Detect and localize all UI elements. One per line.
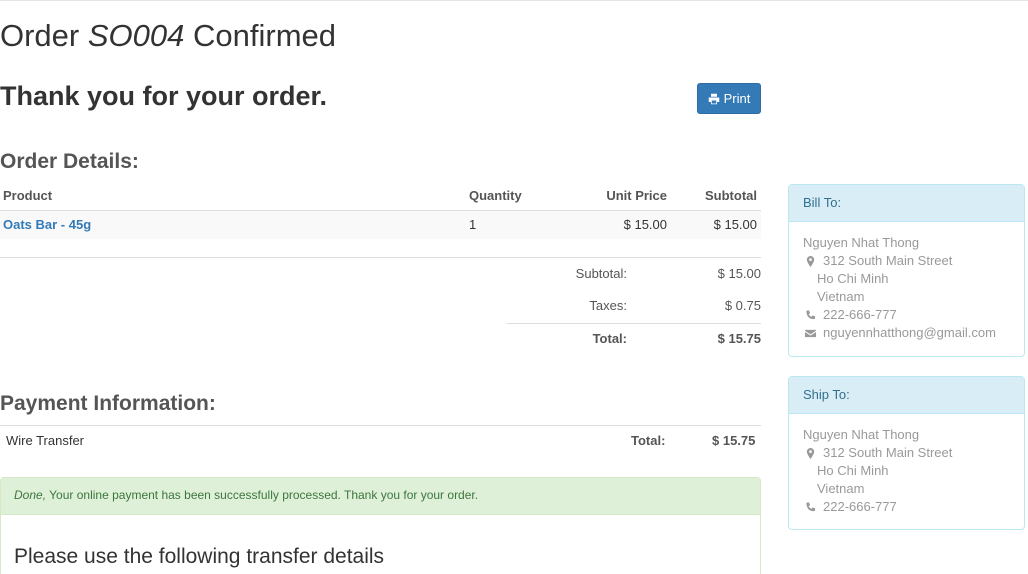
summary-taxes-label: Taxes: [589,298,627,313]
payment-divider [0,425,761,426]
phone-icon [803,501,817,513]
ship-to-panel: Ship To: Nguyen Nhat Thong 312 South Mai… [788,376,1025,530]
ship-to-phone: 222-666-777 [823,499,897,514]
ship-to-country: Vietnam [817,481,865,496]
order-table-header: Product Quantity Unit Price Subtotal [0,182,761,211]
total-divider [507,323,761,324]
summary-taxes-value: $ 0.75 [724,298,761,313]
alert-message: Your online payment has been successfull… [49,488,479,502]
title-suffix: Confirmed [193,18,337,53]
ship-to-title: Ship To: [789,377,1024,414]
order-number: SO004 [87,18,185,53]
bill-to-country: Vietnam [817,289,865,304]
payment-method: Wire Transfer [6,433,85,448]
map-marker-icon [803,255,817,267]
ship-to-street: 312 South Main Street [823,445,953,460]
ship-to-name: Nguyen Nhat Thong [803,427,920,442]
order-details-heading: Order Details: [0,150,139,173]
top-divider [0,0,1028,1]
bill-to-title: Bill To: [789,185,1024,222]
page-title: Order SO004 Confirmed [0,18,336,54]
line-unit-price: $ 15.00 [623,217,667,232]
col-product: Product [3,188,53,203]
ship-to-street-line: 312 South Main Street [803,444,1010,462]
ship-to-city: Ho Chi Minh [817,463,889,478]
summary-total-label: Total: [592,331,627,346]
transfer-details-title: Please use the following transfer detail… [14,545,385,568]
line-subtotal: $ 15.00 [713,217,757,232]
product-link[interactable]: Oats Bar - 45g [3,217,91,232]
payment-status-panel: Done, Your online payment has been succe… [0,477,761,574]
bill-to-phone-line: 222-666-777 [803,306,1010,324]
summary-total-value: $ 15.75 [717,331,761,346]
title-prefix: Order [0,18,80,53]
bill-to-city: Ho Chi Minh [817,271,889,286]
bill-to-email: nguyennhatthong@gmail.com [823,325,996,340]
payment-total-value: $ 15.75 [712,433,756,448]
bill-to-phone: 222-666-777 [823,307,897,322]
map-marker-icon [803,447,817,459]
print-button[interactable]: Print [697,83,761,114]
thank-you-message: Thank you for your order. [0,81,328,111]
bill-to-panel: Bill To: Nguyen Nhat Thong 312 South Mai… [788,184,1025,357]
line-quantity: 1 [469,217,477,232]
printer-icon [708,93,719,104]
col-subtotal: Subtotal [705,188,757,203]
bill-to-street: 312 South Main Street [823,253,953,268]
payment-info-heading: Payment Information: [0,392,216,415]
ship-to-phone-line: 222-666-777 [803,498,1010,516]
bill-to-email-line: nguyennhatthong@gmail.com [803,324,1010,342]
summary-subtotal-value: $ 15.00 [717,266,761,281]
col-unit-price: Unit Price [606,188,667,203]
bill-to-name: Nguyen Nhat Thong [803,235,920,250]
bill-to-address: Nguyen Nhat Thong 312 South Main Street … [789,222,1024,354]
alert-status: Done, [14,488,47,502]
ship-to-address: Nguyen Nhat Thong 312 South Main Street … [789,414,1024,528]
payment-total-label: Total: [631,433,666,448]
payment-success-alert: Done, Your online payment has been succe… [1,478,760,515]
phone-icon [803,309,817,321]
col-quantity: Quantity [469,188,522,203]
envelope-icon [803,328,817,339]
summary-subtotal-label: Subtotal: [575,266,627,281]
summary-divider [0,257,761,258]
bill-to-street-line: 312 South Main Street [803,252,1010,270]
table-row: Oats Bar - 45g 1 $ 15.00 $ 15.00 [0,211,761,239]
print-button-label: Print [723,91,751,106]
